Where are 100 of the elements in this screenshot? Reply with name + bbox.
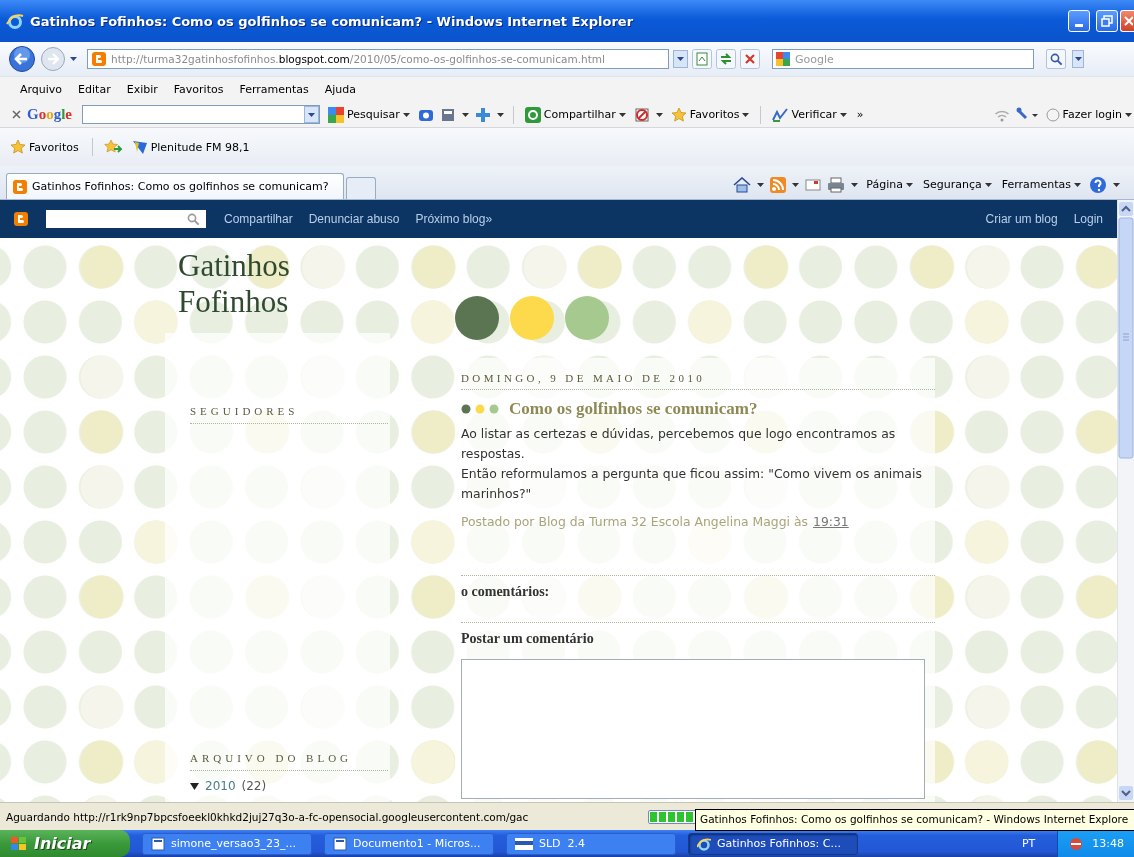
post-title[interactable]: Como os golfinhos se comunicam? — [509, 399, 758, 419]
menu-item[interactable]: Arquivo — [12, 83, 71, 96]
navbar-link[interactable]: Criar um blog — [981, 212, 1062, 226]
search-field[interactable]: Google — [772, 49, 1034, 69]
toolbar-button[interactable]: Verificar — [770, 106, 849, 123]
windows-flag-icon — [10, 835, 28, 852]
navbar-link[interactable]: Denunciar abuso — [304, 212, 404, 226]
caret-icon — [70, 57, 77, 61]
close-icon — [1122, 15, 1133, 27]
caret-icon — [792, 182, 800, 187]
caret-icon — [618, 112, 626, 117]
mail-icon[interactable] — [805, 177, 822, 192]
navbar-link[interactable]: Compartilhar — [220, 212, 297, 226]
url-text: http://turma32gatinhosfofinhos.blogspot.com/2010/05/como-os-golfinhos-se-comunicam.html — [111, 53, 605, 65]
caret-icon — [757, 182, 765, 187]
caret-icon — [402, 112, 410, 117]
google-logo: Google — [27, 106, 72, 123]
caret-icon — [839, 112, 847, 117]
stop-icon[interactable] — [740, 49, 760, 69]
note-icon[interactable] — [439, 106, 456, 123]
taskbar-button[interactable]: SLD 2.4 — [506, 832, 676, 855]
toolbar-button[interactable]: Compartilhar — [522, 106, 628, 123]
triangle-icon[interactable] — [190, 781, 199, 791]
printer-icon[interactable] — [827, 176, 846, 193]
archive-count: (22) — [241, 779, 267, 793]
plus-icon[interactable] — [474, 106, 491, 123]
minimize-icon — [1075, 24, 1083, 27]
help-icon[interactable] — [1089, 175, 1107, 194]
menu-item[interactable]: Favoritos — [165, 83, 232, 96]
toolbar-button[interactable]: Pesquisar — [326, 106, 412, 123]
star-icon — [670, 106, 687, 123]
command-button[interactable]: Página — [864, 178, 915, 191]
toolbar-search-field[interactable] — [82, 105, 320, 124]
restore-icon — [1101, 15, 1113, 27]
taskbar-button[interactable]: Documento1 - Micros... — [324, 832, 494, 855]
radio-logo-icon — [131, 139, 148, 155]
navbar-link[interactable]: Login — [1069, 212, 1107, 226]
browser-icon — [697, 836, 711, 851]
tooltip: Gatinhos Fofinhos: Como os golfinhos se comunicam? - Windows Internet Explore — [695, 809, 1134, 831]
caret-icon — [905, 182, 913, 187]
browser-tab[interactable]: Gatinhos Fofinhos: Como os golfinhos se comunicam? — [6, 173, 344, 199]
blogger-logo-icon — [14, 212, 28, 226]
menu-item[interactable]: Editar — [70, 83, 119, 96]
back-button[interactable] — [8, 45, 36, 73]
menu-item[interactable]: Exibir — [118, 83, 166, 96]
favorite-link[interactable]: Plenitude FM 98,1 — [129, 139, 252, 155]
language-indicator[interactable]: PT — [1021, 837, 1036, 850]
caret-icon — [851, 182, 859, 187]
menu-item[interactable]: Ferramentas — [231, 83, 317, 96]
navbar-link[interactable]: Próximo blog» — [411, 212, 497, 226]
scrollbar[interactable] — [1118, 200, 1134, 802]
add-favorite-icon[interactable] — [103, 139, 122, 155]
post-date: DOMINGO, 9 DE MAIO DE 2010 — [461, 372, 935, 390]
navbar-search-field[interactable] — [46, 210, 206, 228]
browser-icon — [6, 12, 24, 30]
dropdown-button[interactable] — [1072, 50, 1084, 68]
close-icon[interactable] — [12, 110, 21, 119]
app-icon — [515, 837, 533, 850]
close-button[interactable] — [1120, 10, 1134, 32]
caret-icon — [984, 182, 992, 187]
tray-icon[interactable] — [1068, 835, 1085, 852]
caret-icon — [677, 57, 684, 61]
tab-icon — [13, 179, 27, 194]
taskbar-button[interactable]: Gatinhos Fofinhos: C... — [688, 832, 858, 855]
comment-form-heading: Postar um comentário — [461, 631, 595, 647]
post-text: Então reformulamos a pergunta que ficou assim: "Como vivem os animais marinhos?" — [461, 465, 923, 503]
search-button[interactable] — [1046, 49, 1066, 69]
status-text: Aguardando http://r1rk9np7bpcsfoeekl0khkd2juj27q3o-a-fc-opensocial.googleusercontent.com/gac — [6, 810, 530, 823]
blog-title[interactable]: Gatinhos Fofinhos — [178, 248, 390, 320]
multicolor-icon — [328, 106, 344, 123]
favorites-button[interactable]: Favoritos — [8, 139, 81, 155]
widget-heading: ARQUIVO DO BLOG — [190, 752, 388, 771]
toolbar-button[interactable]: » — [854, 108, 866, 121]
caret-icon — [1074, 182, 1081, 187]
command-button[interactable]: Ferramentas — [999, 178, 1083, 191]
comment-field[interactable] — [461, 659, 925, 799]
menu-item[interactable]: Ajuda — [316, 83, 365, 96]
caret-icon — [655, 112, 663, 117]
taskbar-button[interactable]: simone_versao3_23_... — [142, 832, 312, 855]
toolbar-button[interactable]: Fazer login — [1043, 107, 1134, 122]
caret-icon — [1074, 57, 1082, 61]
restore-button[interactable] — [1096, 10, 1118, 32]
blocked-icon[interactable] — [633, 106, 650, 123]
minimize-button[interactable] — [1068, 10, 1090, 32]
feed-icon[interactable] — [770, 176, 787, 193]
dropdown-button[interactable] — [673, 50, 688, 68]
caret-icon — [1125, 112, 1132, 117]
toolbar-button[interactable]: Favoritos — [668, 106, 752, 123]
refresh-icon[interactable] — [716, 49, 736, 69]
caret-icon — [308, 112, 315, 117]
start-button[interactable]: Iniciar — [0, 830, 130, 857]
command-button[interactable]: Segurança — [920, 178, 994, 191]
caret-icon — [1113, 182, 1120, 187]
post-text: Ao listar as certezas e dúvidas, percebemos que logo encontramos as respostas. — [461, 425, 897, 463]
post-time-link[interactable]: 19:31 — [813, 514, 849, 529]
document-icon — [333, 836, 347, 851]
address-field[interactable]: http://turma32gatinhosfofinhos.blogspot.com/2010/05/como-os-golfinhos-se-comunicam.html — [87, 49, 669, 69]
home-icon[interactable] — [733, 176, 752, 193]
archive-link[interactable]: 2010 — [205, 779, 236, 793]
post-byline: Postado por Blog da Turma 32 Escola Angelina Maggi às — [461, 514, 808, 529]
